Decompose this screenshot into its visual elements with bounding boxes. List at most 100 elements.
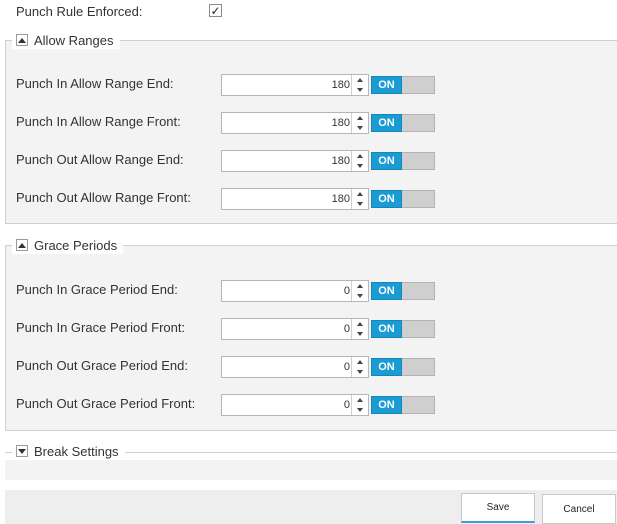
toggle-on-label: ON: [371, 190, 402, 208]
spin-up-button[interactable]: [352, 319, 368, 329]
punch-out-grace-end-toggle[interactable]: ON: [371, 358, 435, 376]
spin-down-button[interactable]: [352, 161, 368, 171]
triangle-up-icon: [357, 192, 363, 196]
collapse-grace-periods-button[interactable]: [16, 239, 28, 251]
spin-up-button[interactable]: [352, 113, 368, 123]
punch-in-grace-end-toggle[interactable]: ON: [371, 282, 435, 300]
punch-out-grace-front-toggle[interactable]: ON: [371, 396, 435, 414]
punch-in-grace-front-toggle[interactable]: ON: [371, 320, 435, 338]
triangle-up-icon: [357, 116, 363, 120]
punch-rule-checkbox[interactable]: ✓: [209, 4, 222, 17]
toggle-on-label: ON: [371, 114, 402, 132]
spin-up-button[interactable]: [352, 75, 368, 85]
toggle-track: [402, 282, 435, 300]
triangle-down-icon: [357, 370, 363, 374]
punch-in-allow-end-input[interactable]: [222, 75, 352, 95]
triangle-down-icon: [357, 332, 363, 336]
spinner: [351, 151, 368, 171]
punch-in-allow-front-toggle[interactable]: ON: [371, 114, 435, 132]
spin-down-button[interactable]: [352, 85, 368, 95]
triangle-down-icon: [357, 126, 363, 130]
punch-in-allow-front-input[interactable]: [222, 113, 352, 133]
cancel-button[interactable]: Cancel: [542, 494, 616, 524]
spinner: [351, 75, 368, 95]
toggle-track: [402, 396, 435, 414]
spinner: [351, 357, 368, 377]
triangle-up-icon: [357, 360, 363, 364]
grace-row-label: Punch In Grace Period End:: [16, 282, 178, 297]
checkmark-icon: ✓: [210, 3, 221, 18]
punch-in-allow-end-toggle[interactable]: ON: [371, 76, 435, 94]
punch-out-allow-end-input[interactable]: [222, 151, 352, 171]
triangle-down-icon: [357, 294, 363, 298]
grace-row-label: Punch Out Grace Period End:: [16, 358, 188, 373]
chevron-up-icon: [18, 242, 26, 248]
spin-down-button[interactable]: [352, 199, 368, 209]
grace-row-numeric: [221, 280, 369, 302]
spinner: [351, 281, 368, 301]
punch-out-allow-front-input[interactable]: [222, 189, 352, 209]
triangle-up-icon: [357, 78, 363, 82]
spin-down-button[interactable]: [352, 291, 368, 301]
collapse-allow-ranges-button[interactable]: [16, 34, 28, 46]
spin-down-button[interactable]: [352, 123, 368, 133]
save-button[interactable]: Save: [461, 493, 535, 523]
punch-out-grace-front-input[interactable]: [222, 395, 352, 415]
allow-ranges-legend: Allow Ranges: [12, 31, 120, 49]
expand-break-settings-button[interactable]: [16, 445, 28, 457]
toggle-on-label: ON: [371, 282, 402, 300]
grace-row-numeric: [221, 394, 369, 416]
triangle-down-icon: [357, 88, 363, 92]
spinner: [351, 113, 368, 133]
punch-out-allow-front-toggle[interactable]: ON: [371, 190, 435, 208]
spin-up-button[interactable]: [352, 151, 368, 161]
chevron-up-icon: [18, 37, 26, 43]
triangle-down-icon: [357, 408, 363, 412]
toggle-on-label: ON: [371, 358, 402, 376]
break-settings-band: [5, 460, 617, 480]
spinner: [351, 319, 368, 339]
triangle-down-icon: [357, 164, 363, 168]
triangle-up-icon: [357, 322, 363, 326]
punch-in-grace-end-input[interactable]: [222, 281, 352, 301]
punch-out-grace-end-input[interactable]: [222, 357, 352, 377]
punch-out-allow-end-toggle[interactable]: ON: [371, 152, 435, 170]
spin-up-button[interactable]: [352, 281, 368, 291]
triangle-down-icon: [357, 202, 363, 206]
allow-row-label: Punch In Allow Range End:: [16, 76, 174, 91]
triangle-up-icon: [357, 154, 363, 158]
grace-row-numeric: [221, 356, 369, 378]
toggle-on-label: ON: [371, 76, 402, 94]
toggle-track: [402, 152, 435, 170]
spin-down-button[interactable]: [352, 405, 368, 415]
allow-row-numeric: [221, 74, 369, 96]
spin-up-button[interactable]: [352, 395, 368, 405]
allow-row-label: Punch Out Allow Range End:: [16, 152, 184, 167]
toggle-track: [402, 76, 435, 94]
triangle-up-icon: [357, 398, 363, 402]
spinner: [351, 189, 368, 209]
break-settings-title: Break Settings: [34, 443, 119, 459]
break-settings-legend: Break Settings: [12, 442, 125, 460]
triangle-up-icon: [357, 284, 363, 288]
spin-up-button[interactable]: [352, 189, 368, 199]
toggle-track: [402, 190, 435, 208]
spinner: [351, 395, 368, 415]
allow-row-numeric: [221, 112, 369, 134]
grace-row-label: Punch In Grace Period Front:: [16, 320, 186, 335]
grace-periods-legend: Grace Periods: [12, 236, 124, 254]
allow-row-numeric: [221, 188, 369, 210]
allow-ranges-title: Allow Ranges: [34, 32, 114, 48]
grace-periods-title: Grace Periods: [34, 237, 118, 253]
spin-down-button[interactable]: [352, 329, 368, 339]
toggle-on-label: ON: [371, 152, 402, 170]
spin-up-button[interactable]: [352, 357, 368, 367]
spin-down-button[interactable]: [352, 367, 368, 377]
punch-in-grace-front-input[interactable]: [222, 319, 352, 339]
toggle-track: [402, 358, 435, 376]
grace-row-numeric: [221, 318, 369, 340]
allow-row-label: Punch Out Allow Range Front:: [16, 190, 191, 205]
toggle-track: [402, 320, 435, 338]
chevron-down-icon: [18, 448, 26, 454]
toggle-on-label: ON: [371, 320, 402, 338]
